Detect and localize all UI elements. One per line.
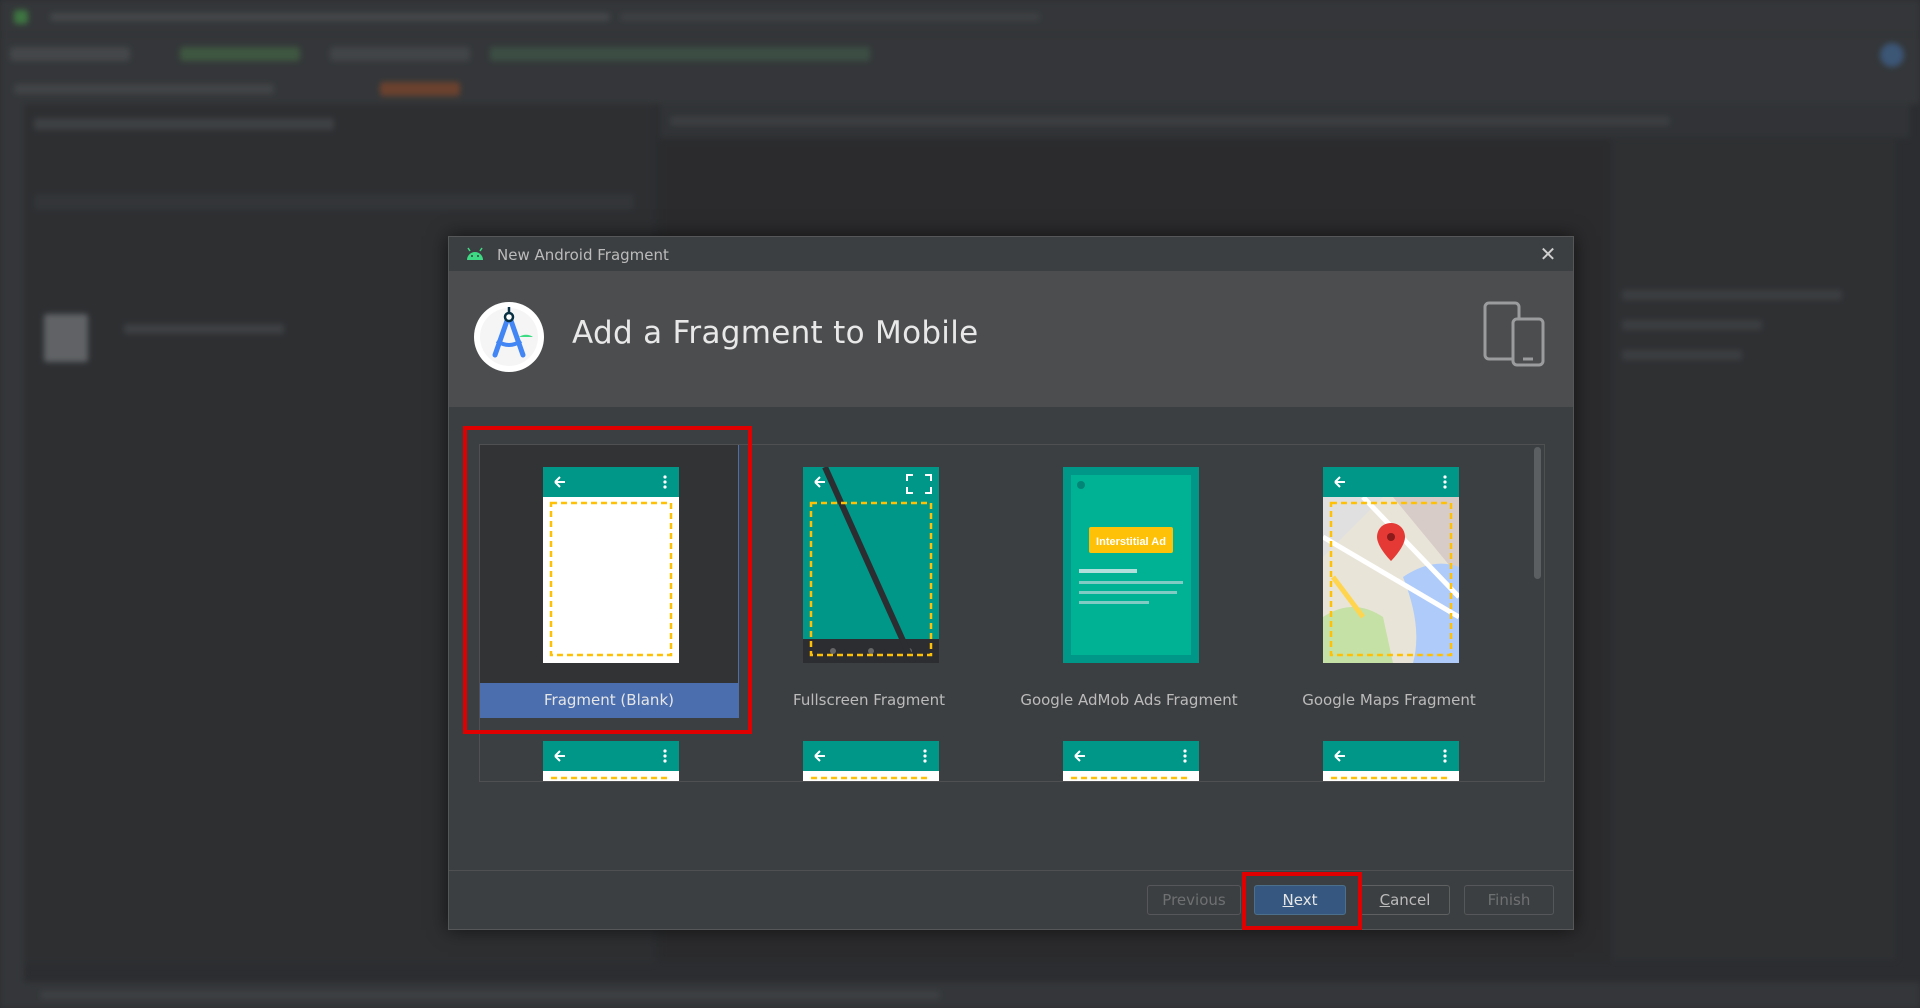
cancel-mnemonic: C	[1379, 891, 1391, 909]
previous-button[interactable]: Previous	[1147, 885, 1241, 915]
template-fragment-blank[interactable]: Fragment (Blank)	[480, 445, 739, 718]
interstitial-ad-badge: Interstitial Ad	[1096, 536, 1166, 548]
android-studio-logo-icon	[474, 302, 544, 372]
ide-toolbar	[0, 34, 1920, 73]
close-button[interactable]: ✕	[1535, 241, 1561, 267]
cancel-button[interactable]: Cancel	[1360, 885, 1450, 915]
template-label: Fragment (Blank)	[480, 683, 738, 717]
template-label: Fullscreen Fragment	[793, 691, 945, 709]
next-mnemonic: N	[1282, 891, 1294, 909]
template-maps-fragment[interactable]: Google Maps Fragment	[1260, 445, 1518, 717]
finish-button[interactable]: Finish	[1464, 885, 1554, 915]
ide-navbar	[0, 72, 1920, 104]
dialog-title: New Android Fragment	[497, 246, 669, 264]
ide-statusbar	[0, 982, 1920, 1008]
gallery-scrollbar-thumb[interactable]	[1534, 447, 1541, 579]
fullscreen-fragment-preview-icon	[803, 467, 939, 663]
gallery-scrollbar[interactable]	[1532, 445, 1544, 781]
ide-attributes-panel	[1612, 140, 1896, 960]
dialog-titlebar: New Android Fragment ✕	[449, 237, 1573, 271]
ide-left-gutter	[0, 104, 24, 982]
previous-button-label: Previous	[1162, 891, 1226, 909]
mobile-device-icon	[1483, 301, 1545, 367]
template-row2-preview-icon[interactable]	[1323, 741, 1459, 781]
blank-fragment-preview-icon	[543, 467, 679, 663]
admob-fragment-preview-icon: Interstitial Ad	[1063, 467, 1199, 663]
maps-fragment-preview-icon	[1323, 467, 1459, 663]
template-row2-preview-icon[interactable]	[543, 741, 679, 781]
finish-button-label: Finish	[1487, 891, 1531, 909]
next-button[interactable]: Next	[1254, 885, 1346, 915]
next-button-label: ext	[1293, 891, 1318, 909]
template-fullscreen-fragment[interactable]: Fullscreen Fragment	[740, 445, 998, 717]
header-title: Add a Fragment to Mobile	[572, 315, 979, 351]
android-icon	[467, 247, 483, 260]
template-label: Google AdMob Ads Fragment	[1020, 691, 1238, 709]
template-row2-preview-icon[interactable]	[803, 741, 939, 781]
template-gallery: Fragment (Blank) Fullscreen Fragment Int…	[479, 444, 1545, 782]
ide-editor-tabs	[660, 104, 1910, 138]
footer-divider	[449, 870, 1573, 871]
template-label: Google Maps Fragment	[1302, 691, 1476, 709]
close-icon: ✕	[1539, 242, 1557, 266]
template-admob-fragment[interactable]: Interstitial Ad Google AdMob Ads Fragmen…	[1000, 445, 1258, 717]
template-row2-preview-icon[interactable]	[1063, 741, 1199, 781]
dialog-header: Add a Fragment to Mobile	[449, 271, 1573, 407]
new-fragment-dialog: New Android Fragment ✕ Add a Fragment to…	[448, 236, 1574, 930]
ide-menubar	[0, 0, 1920, 34]
cancel-button-label: ancel	[1390, 891, 1431, 909]
